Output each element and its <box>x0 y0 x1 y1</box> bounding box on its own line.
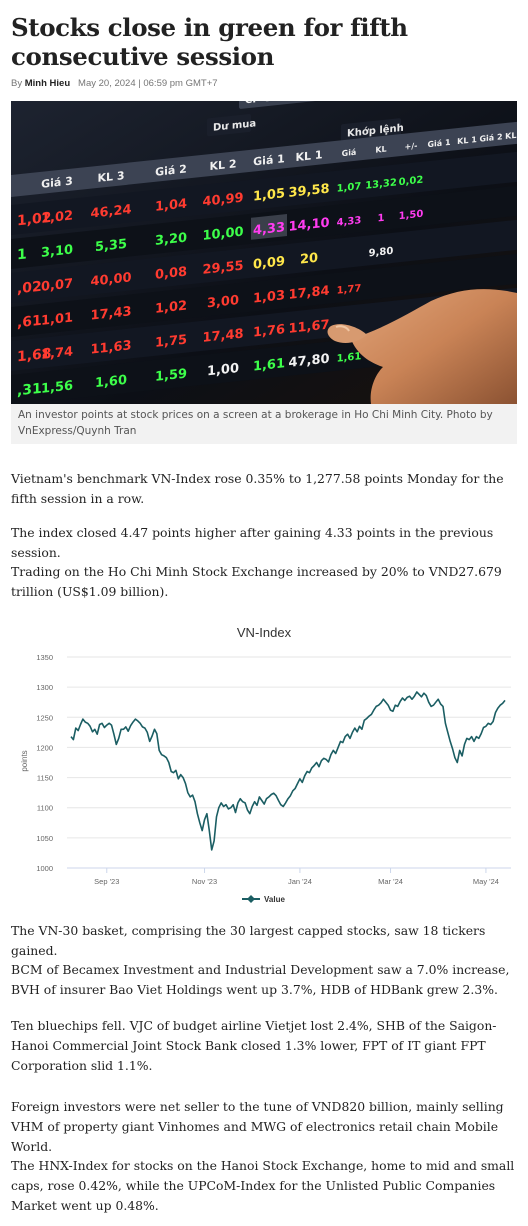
chart-legend[interactable]: Value <box>242 895 285 904</box>
chart-title: VN-Index <box>237 625 292 640</box>
article-title: Stocks close in green for fifth consecut… <box>11 13 408 71</box>
y-tick-label: 1050 <box>36 834 53 843</box>
board-header-cell: KL 2 <box>505 130 517 141</box>
board-header-cell: +/- <box>405 141 418 151</box>
board-cell: 1 <box>378 213 385 225</box>
y-tick-label: 1000 <box>36 864 53 873</box>
series-line-value <box>70 691 506 851</box>
y-tick-label: 1350 <box>36 653 53 662</box>
x-tick-label: May '24 <box>473 877 499 886</box>
board-left-price: ,02 <box>17 279 42 298</box>
board-left-price: 1 <box>17 246 27 263</box>
paragraph-5: BCM of Becamex Investment and Industrial… <box>11 962 510 997</box>
paragraph-4: The VN-30 basket, comprising the 30 larg… <box>11 923 486 958</box>
publish-date: May 20, 2024 | 06:59 pm GMT+7 <box>78 78 218 89</box>
y-tick-label: 1150 <box>37 774 53 783</box>
y-tick-label: 1300 <box>36 683 53 692</box>
board-left-price: ,61 <box>17 313 42 332</box>
x-tick-label: Jan '24 <box>288 877 312 886</box>
x-tick-label: Nov '23 <box>192 877 217 886</box>
paragraph-6: Ten bluechips fell. VJC of budget airlin… <box>11 1018 497 1073</box>
byline: By Minh Hieu May 20, 2024 | 06:59 pm GMT… <box>11 78 517 89</box>
board-header-cell: Giá <box>342 148 357 159</box>
board-left-price: ,31 <box>17 381 42 400</box>
byline-prefix: By <box>11 78 23 89</box>
author-link[interactable]: Minh Hieu <box>25 78 70 89</box>
paragraph-8: The HNX-Index for stocks on the Hanoi St… <box>11 1158 515 1213</box>
board-header-cell: KL <box>375 145 386 155</box>
legend-label[interactable]: Value <box>264 895 285 904</box>
board-cell: 20 <box>300 251 318 268</box>
y-tick-label: 1100 <box>37 804 53 813</box>
y-axis-label: points <box>20 750 29 771</box>
paragraph-3: Trading on the Ho Chi Minh Stock Exchang… <box>11 564 502 599</box>
y-tick-label: 1250 <box>36 713 53 722</box>
photo-caption: An investor points at stock prices on a … <box>11 404 517 444</box>
paragraph-1: Vietnam's benchmark VN-Index rose 0.35% … <box>11 471 504 506</box>
chart-svg: VN-Index points 1000 1050 1100 1150 1200 1250… <box>20 625 511 904</box>
article-photo: Dư muaCP Giá trịPhái sinhChứng quyềnKhớp… <box>11 101 517 404</box>
y-tick-label: 1200 <box>36 743 53 752</box>
paragraph-2: The index closed 4.47 points higher afte… <box>11 525 494 560</box>
x-tick-label: Mar '24 <box>378 877 403 886</box>
paragraph-7: Foreign investors were net seller to the… <box>11 1099 504 1154</box>
legend-marker-icon <box>247 895 255 903</box>
vn-index-chart: VN-Index points 1000 1050 1100 1150 1200 1250… <box>11 615 517 910</box>
x-tick-label: Sep '23 <box>94 877 119 886</box>
